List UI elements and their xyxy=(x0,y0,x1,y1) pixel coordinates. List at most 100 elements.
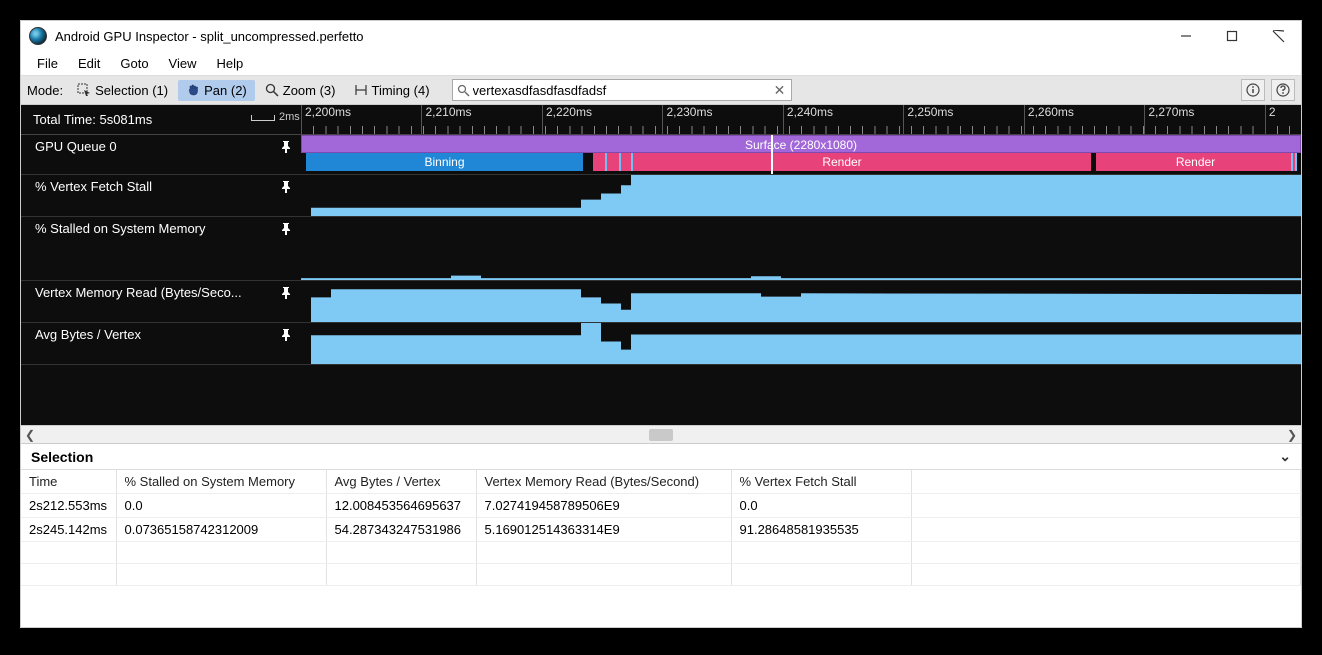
track-ssm: % Stalled on System Memory xyxy=(21,217,1301,281)
info-icon xyxy=(1246,83,1260,97)
gpu-queue-track[interactable]: Surface (2280x1080) 81.412ms BinningRend… xyxy=(301,135,1301,174)
track-chart-ssm[interactable] xyxy=(301,217,1301,280)
mode-selection-label: Selection (1) xyxy=(95,83,168,98)
pin-icon[interactable] xyxy=(281,223,293,238)
selection-table: Time% Stalled on System MemoryAvg Bytes … xyxy=(21,470,1301,586)
table-cell: 2s212.553ms xyxy=(21,494,116,518)
pin-icon[interactable] xyxy=(281,287,293,302)
track-chart-vmr[interactable] xyxy=(301,281,1301,322)
clear-search-button[interactable]: ✕ xyxy=(773,83,787,97)
chevron-down-icon[interactable]: ⌄ xyxy=(1279,448,1291,465)
table-header-cell[interactable]: Vertex Memory Read (Bytes/Second) xyxy=(476,470,731,494)
mode-timing-button[interactable]: Timing (4) xyxy=(346,80,438,101)
timeline-rows: GPU Queue 0 Surface (2280x1080) 81.412ms… xyxy=(21,135,1301,425)
horizontal-scrollbar[interactable]: ❮ ❯ xyxy=(21,425,1301,443)
table-row[interactable]: 2s245.142ms0.0736515874231200954.2873432… xyxy=(21,518,1301,542)
table-header-row: Time% Stalled on System MemoryAvg Bytes … xyxy=(21,470,1301,494)
gpu-segment-gap[interactable] xyxy=(584,153,592,171)
mode-zoom-button[interactable]: Zoom (3) xyxy=(257,80,344,101)
ruler-tick: 2,220ms xyxy=(542,105,592,134)
track-label: % Vertex Fetch Stall xyxy=(21,175,301,216)
search-box[interactable]: ✕ xyxy=(452,79,792,101)
track-label-text: % Stalled on System Memory xyxy=(35,221,206,236)
minimize-button[interactable] xyxy=(1163,22,1209,50)
scroll-right-arrow[interactable]: ❯ xyxy=(1283,428,1301,442)
gpu-segment-render[interactable]: Render xyxy=(1095,153,1296,171)
search-icon xyxy=(457,84,470,97)
menu-help[interactable]: Help xyxy=(207,54,254,73)
time-marker[interactable] xyxy=(771,135,773,174)
titlebar: Android GPU Inspector - split_uncompress… xyxy=(21,21,1301,51)
zoom-icon xyxy=(265,83,279,97)
table-cell: 2s245.142ms xyxy=(21,518,116,542)
gpu-segment-marker xyxy=(619,153,621,171)
table-cell: 0.0 xyxy=(116,494,326,518)
table-header-cell[interactable]: Avg Bytes / Vertex xyxy=(326,470,476,494)
table-cell: 91.28648581935535 xyxy=(731,518,911,542)
toolbar: Mode: Selection (1) Pan (2) Zoom (3) Tim… xyxy=(21,75,1301,105)
ruler-tick: 2,230ms xyxy=(662,105,712,134)
table-cell: 0.0 xyxy=(731,494,911,518)
track-vmr: Vertex Memory Read (Bytes/Seco... xyxy=(21,281,1301,323)
table-header-cell[interactable]: % Stalled on System Memory xyxy=(116,470,326,494)
menu-goto[interactable]: Goto xyxy=(110,54,158,73)
mode-pan-button[interactable]: Pan (2) xyxy=(178,80,255,101)
track-abv: Avg Bytes / Vertex xyxy=(21,323,1301,365)
table-header-cell[interactable]: Time xyxy=(21,470,116,494)
scroll-thumb[interactable] xyxy=(649,429,673,441)
pin-icon[interactable] xyxy=(281,181,293,196)
gpu-queue-label-text: GPU Queue 0 xyxy=(35,139,117,154)
pin-icon[interactable] xyxy=(281,329,293,344)
info-button[interactable] xyxy=(1241,79,1265,101)
ruler-tick: 2 xyxy=(1265,105,1276,134)
gpu-segment-render[interactable]: Render xyxy=(592,153,1092,171)
maximize-icon xyxy=(1226,30,1238,42)
selection-panel: Selection ⌄ Time% Stalled on System Memo… xyxy=(21,443,1301,627)
mode-selection-button[interactable]: Selection (1) xyxy=(69,80,176,101)
track-chart-abv[interactable] xyxy=(301,323,1301,364)
menu-edit[interactable]: Edit xyxy=(68,54,110,73)
table-row[interactable]: 2s212.553ms0.012.0084535646956377.027419… xyxy=(21,494,1301,518)
table-cell: 7.027419458789506E9 xyxy=(476,494,731,518)
search-input[interactable] xyxy=(473,83,773,98)
mini-scale: 2ms xyxy=(251,111,300,123)
mini-scale-label: 2ms xyxy=(279,111,300,123)
track-label-gpu-queue: GPU Queue 0 xyxy=(21,135,301,174)
mode-pan-label: Pan (2) xyxy=(204,83,247,98)
table-header-cell[interactable]: % Vertex Fetch Stall xyxy=(731,470,911,494)
track-label-text: % Vertex Fetch Stall xyxy=(35,179,152,194)
track-chart-vfs[interactable] xyxy=(301,175,1301,216)
ruler-tick: 2,240ms xyxy=(783,105,833,134)
scroll-left-arrow[interactable]: ❮ xyxy=(21,428,39,442)
close-icon xyxy=(1272,30,1285,43)
gpu-segment-marker xyxy=(605,153,607,171)
maximize-button[interactable] xyxy=(1209,22,1255,50)
time-ruler[interactable]: 2,200ms2,210ms2,220ms2,230ms2,240ms2,250… xyxy=(301,105,1301,134)
menubar: FileEditGotoViewHelp xyxy=(21,51,1301,75)
pan-icon xyxy=(186,83,200,97)
gpu-segment-binning[interactable]: Binning xyxy=(306,153,584,171)
pin-icon[interactable] xyxy=(281,141,293,156)
timeline-panel: Total Time: 5s081ms 2ms 2,200ms2,210ms2,… xyxy=(21,105,1301,425)
gpu-surface-bar[interactable]: Surface (2280x1080) xyxy=(301,135,1301,153)
mode-label: Mode: xyxy=(27,83,63,98)
track-label-text: Vertex Memory Read (Bytes/Seco... xyxy=(35,285,242,300)
track-vfs: % Vertex Fetch Stall xyxy=(21,175,1301,217)
gpu-segment-marker xyxy=(1291,153,1293,171)
ruler-tick: 2,270ms xyxy=(1144,105,1194,134)
menu-file[interactable]: File xyxy=(27,54,68,73)
timing-icon xyxy=(354,83,368,97)
table-cell: 12.008453564695637 xyxy=(326,494,476,518)
window-title: Android GPU Inspector - split_uncompress… xyxy=(55,29,1163,44)
table-cell: 5.169012514363314E9 xyxy=(476,518,731,542)
help-icon xyxy=(1276,83,1290,97)
help-button[interactable] xyxy=(1271,79,1295,101)
table-row-empty xyxy=(21,542,1301,564)
track-label: Avg Bytes / Vertex xyxy=(21,323,301,364)
selection-title: Selection xyxy=(31,449,93,465)
ruler-tick: 2,250ms xyxy=(903,105,953,134)
minimize-icon xyxy=(1180,30,1192,42)
selection-header[interactable]: Selection ⌄ xyxy=(21,444,1301,470)
close-button[interactable] xyxy=(1255,22,1301,50)
menu-view[interactable]: View xyxy=(159,54,207,73)
